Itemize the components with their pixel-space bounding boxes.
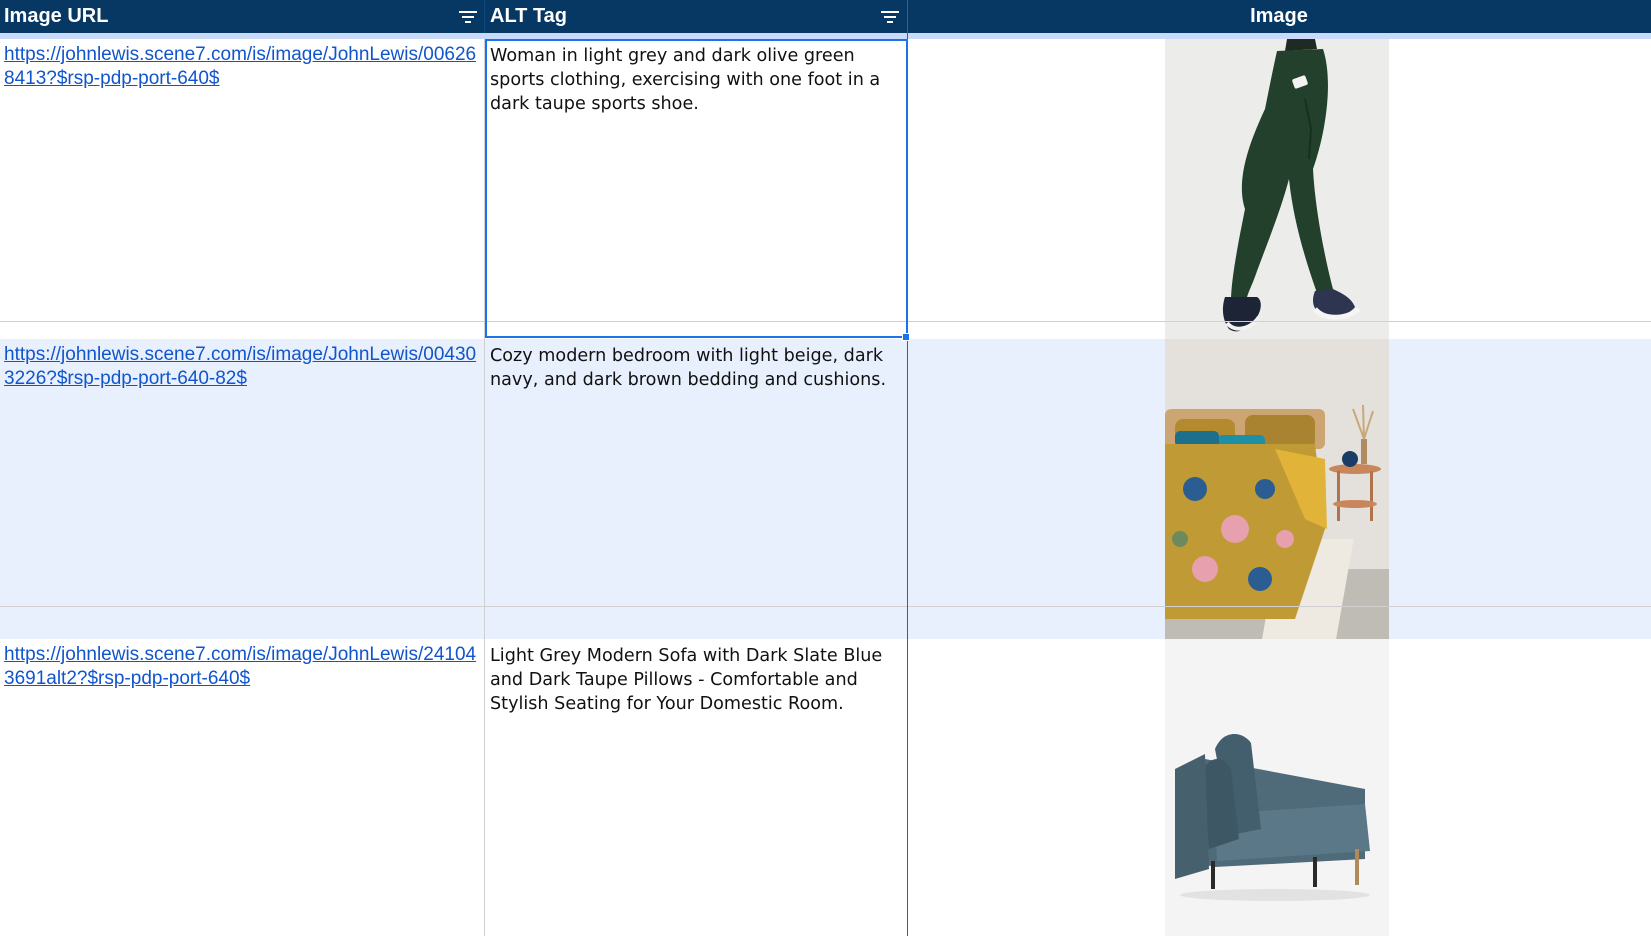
sofa-product-image [1165, 639, 1389, 936]
header-row: Image URL ALT Tag Image [0, 0, 1651, 33]
filter-icon[interactable] [879, 9, 901, 25]
row-gridline [0, 606, 1651, 607]
spreadsheet-grid: Image URL ALT Tag Image https://johnlewi… [0, 0, 1651, 936]
alt-tag-cell[interactable]: Light Grey Modern Sofa with Dark Slate B… [485, 639, 907, 936]
alt-tag-cell[interactable]: Cozy modern bedroom with light beige, da… [485, 339, 907, 639]
url-cell[interactable]: https://johnlewis.scene7.com/is/image/Jo… [0, 39, 484, 339]
table-row: https://johnlewis.scene7.com/is/image/Jo… [0, 39, 1651, 339]
alt-tag-text: Cozy modern bedroom with light beige, da… [490, 346, 887, 390]
column-header-image[interactable]: Image [907, 0, 1651, 33]
url-cell[interactable]: https://johnlewis.scene7.com/is/image/Jo… [0, 639, 484, 936]
column-header-label: ALT Tag [490, 5, 568, 27]
table-row: https://johnlewis.scene7.com/is/image/Jo… [0, 639, 1651, 936]
row-gridline [0, 321, 1651, 322]
frozen-column-divider [907, 0, 908, 936]
alt-tag-text: Woman in light grey and dark olive green… [490, 46, 881, 114]
column-header-label: Image [1250, 5, 1308, 27]
bedding-product-image [1165, 339, 1389, 639]
fill-handle[interactable] [902, 333, 910, 341]
image-url-link[interactable]: https://johnlewis.scene7.com/is/image/Jo… [4, 644, 476, 689]
filter-icon[interactable] [457, 9, 479, 25]
column-header-image-url[interactable]: Image URL [0, 0, 484, 33]
table-row: https://johnlewis.scene7.com/is/image/Jo… [0, 339, 1651, 639]
image-url-link[interactable]: https://johnlewis.scene7.com/is/image/Jo… [4, 44, 476, 89]
leggings-product-image [1165, 39, 1389, 339]
column-header-label: Image URL [4, 5, 109, 27]
url-cell[interactable]: https://johnlewis.scene7.com/is/image/Jo… [0, 339, 484, 639]
image-url-link[interactable]: https://johnlewis.scene7.com/is/image/Jo… [4, 344, 476, 389]
alt-tag-text: Light Grey Modern Sofa with Dark Slate B… [490, 646, 883, 714]
column-gridline [484, 39, 485, 936]
column-header-alt-tag[interactable]: ALT Tag [485, 0, 907, 33]
alt-tag-cell[interactable]: Woman in light grey and dark olive green… [485, 39, 907, 339]
